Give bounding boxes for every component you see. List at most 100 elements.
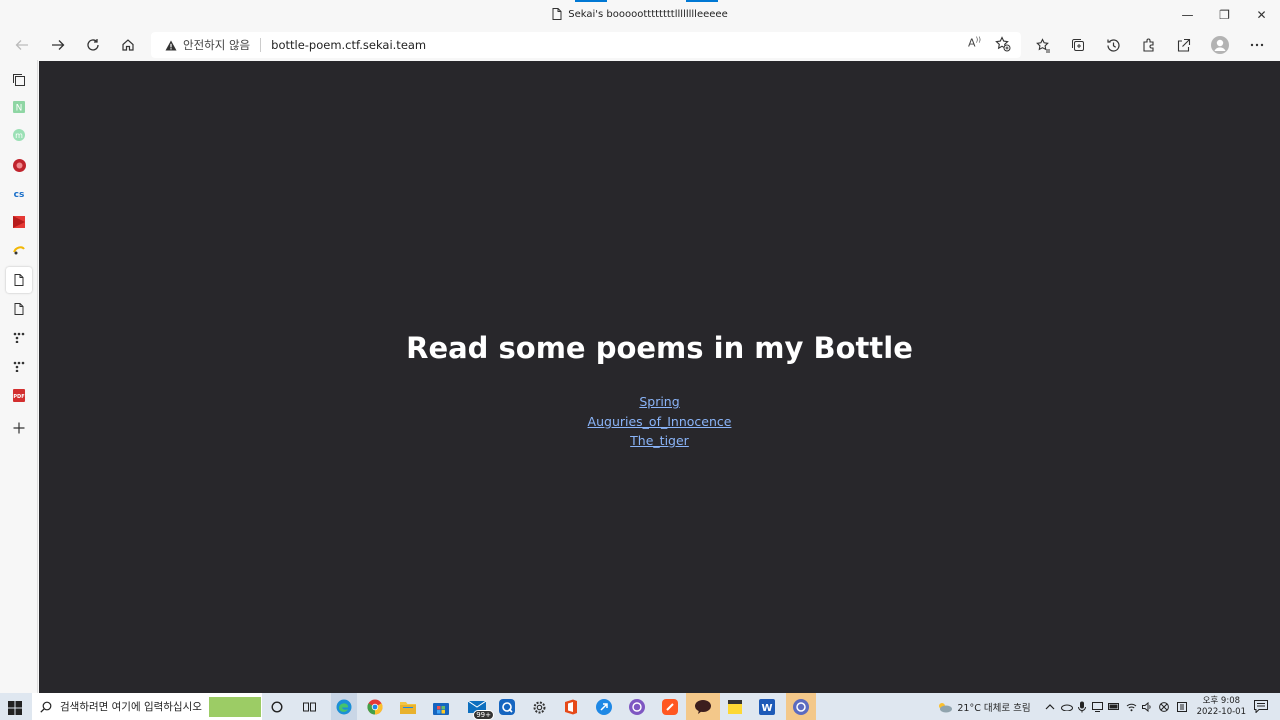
- tab-active-page[interactable]: [6, 267, 32, 293]
- task-view-button[interactable]: [299, 697, 319, 717]
- ellipsis-icon: [1250, 43, 1264, 47]
- tab-favicon-red-circle[interactable]: [8, 154, 30, 176]
- collections-icon: [1071, 38, 1084, 51]
- settings-button[interactable]: [529, 697, 549, 717]
- tab-favicon-yellow[interactable]: [8, 239, 30, 261]
- extensions-button[interactable]: [1136, 34, 1160, 56]
- favorites-icon: [1035, 37, 1050, 52]
- svg-text:N: N: [16, 104, 23, 114]
- edge-icon: [336, 699, 352, 714]
- wifi-icon[interactable]: [1126, 702, 1137, 712]
- plus-icon: [13, 422, 25, 434]
- battery-icon[interactable]: [1107, 703, 1120, 710]
- cloudy-weather-icon[interactable]: [937, 701, 953, 713]
- window-title-text: Sekai's booooottttttttlllllllleeeee: [568, 8, 728, 20]
- read-aloud-icon[interactable]: A)): [968, 36, 981, 52]
- tab-page[interactable]: [8, 298, 30, 320]
- chevron-up-icon[interactable]: [1045, 702, 1055, 712]
- word-icon: W: [759, 699, 775, 715]
- maximize-button[interactable]: ❐: [1206, 0, 1243, 30]
- app-orange-button[interactable]: [660, 697, 680, 717]
- app-q-button[interactable]: [497, 697, 517, 717]
- poem-link-auguries-of-innocence[interactable]: Auguries_of_Innocence: [39, 412, 1280, 432]
- mail-badge: 99+: [473, 710, 494, 720]
- blue-circle-app-icon: [596, 699, 612, 715]
- edge-taskbar-button[interactable]: [331, 693, 357, 720]
- notification-icon[interactable]: [1254, 700, 1268, 713]
- task-view-icon: [302, 702, 316, 712]
- weather-text[interactable]: 21°C 대체로 흐림: [957, 700, 1030, 714]
- cortana-button[interactable]: [267, 697, 287, 717]
- clock[interactable]: 오후 9:08 2022-10-01: [1197, 696, 1246, 718]
- tab-favicon-dots[interactable]: [8, 355, 30, 377]
- m-circle-icon: m: [13, 129, 25, 141]
- refresh-icon: [87, 39, 99, 51]
- app-chat-button[interactable]: [786, 693, 816, 720]
- security-indicator[interactable]: 안전하지 않음: [165, 37, 250, 53]
- chrome-taskbar-button[interactable]: [365, 697, 385, 717]
- new-tab-button[interactable]: [8, 417, 30, 439]
- close-button[interactable]: ✕: [1243, 0, 1280, 30]
- puzzle-icon: [1142, 38, 1154, 52]
- poem-link-spring[interactable]: Spring: [39, 392, 1280, 412]
- microphone-icon[interactable]: [1077, 701, 1086, 713]
- orange-app-icon: [662, 699, 678, 715]
- onedrive-icon[interactable]: [1060, 703, 1073, 711]
- tab-favicon-red-flag[interactable]: [8, 211, 30, 233]
- file-explorer-button[interactable]: [398, 697, 418, 717]
- office-button[interactable]: [561, 697, 581, 717]
- blue-logo-icon: cs: [14, 190, 25, 198]
- address-separator: [260, 38, 262, 52]
- monitor-icon[interactable]: [1091, 701, 1103, 712]
- svg-text:W: W: [761, 703, 772, 714]
- mail-button[interactable]: 99+: [464, 697, 494, 720]
- search-icon: [40, 701, 52, 713]
- store-button[interactable]: [431, 697, 451, 717]
- input-method-icon[interactable]: [1176, 701, 1187, 712]
- address-bar[interactable]: 안전하지 않음 bottle-poem.ctf.sekai.team A)): [151, 32, 1021, 58]
- back-button[interactable]: [10, 34, 34, 56]
- blocked-icon[interactable]: [1158, 701, 1169, 712]
- tab-actions-menu[interactable]: [8, 69, 30, 91]
- app-blue-circle-button[interactable]: [594, 697, 614, 717]
- chat-bubble-icon: [695, 699, 711, 714]
- tab-favicon-m[interactable]: m: [8, 124, 30, 146]
- app-purple-button[interactable]: [627, 697, 647, 717]
- collections-button[interactable]: [1066, 34, 1090, 56]
- tab-indicator: [686, 0, 718, 2]
- url-text[interactable]: bottle-poem.ctf.sekai.team: [271, 38, 426, 52]
- tab-favicon-blue[interactable]: cs: [8, 182, 30, 204]
- search-highlight-icon[interactable]: [209, 697, 261, 717]
- kakaotalk-button[interactable]: [686, 693, 720, 720]
- share-button[interactable]: [1171, 34, 1195, 56]
- tabs-icon: [13, 74, 25, 86]
- share-icon: [1177, 38, 1190, 52]
- page-icon: [552, 8, 562, 20]
- pdf-icon: PDF: [13, 388, 25, 402]
- poem-link-the-tiger[interactable]: The_tiger: [39, 431, 1280, 451]
- browser-toolbar: 안전하지 않음 bottle-poem.ctf.sekai.team A)): [0, 30, 1280, 60]
- refresh-button[interactable]: [81, 34, 105, 56]
- start-button[interactable]: [8, 700, 22, 715]
- speaker-icon[interactable]: [1141, 701, 1153, 712]
- minimize-button[interactable]: —: [1169, 0, 1206, 30]
- windows-icon: [8, 701, 22, 715]
- profile-button[interactable]: [1208, 34, 1232, 56]
- security-label: 안전하지 않음: [183, 38, 251, 52]
- sticky-note-icon: [728, 700, 742, 714]
- add-favorite-icon[interactable]: [995, 36, 1011, 52]
- tab-favicon-dots[interactable]: [8, 326, 30, 348]
- taskbar: 검색하려면 여기에 입력하십시오 99+ W 21°C 대체로 흐림 오후 9:…: [0, 693, 1280, 720]
- circle-icon: [271, 701, 283, 713]
- more-options-button[interactable]: [1245, 34, 1269, 56]
- tab-favicon-pdf[interactable]: PDF: [8, 384, 30, 406]
- history-button[interactable]: [1101, 34, 1125, 56]
- sticky-notes-button[interactable]: [725, 697, 745, 717]
- favorites-button[interactable]: [1031, 34, 1055, 56]
- forward-button[interactable]: [46, 34, 70, 56]
- word-button[interactable]: W: [757, 697, 777, 717]
- home-button[interactable]: [116, 34, 140, 56]
- tab-favicon-notion[interactable]: N: [8, 96, 30, 118]
- page-icon: [14, 274, 24, 286]
- history-icon: [1106, 38, 1120, 52]
